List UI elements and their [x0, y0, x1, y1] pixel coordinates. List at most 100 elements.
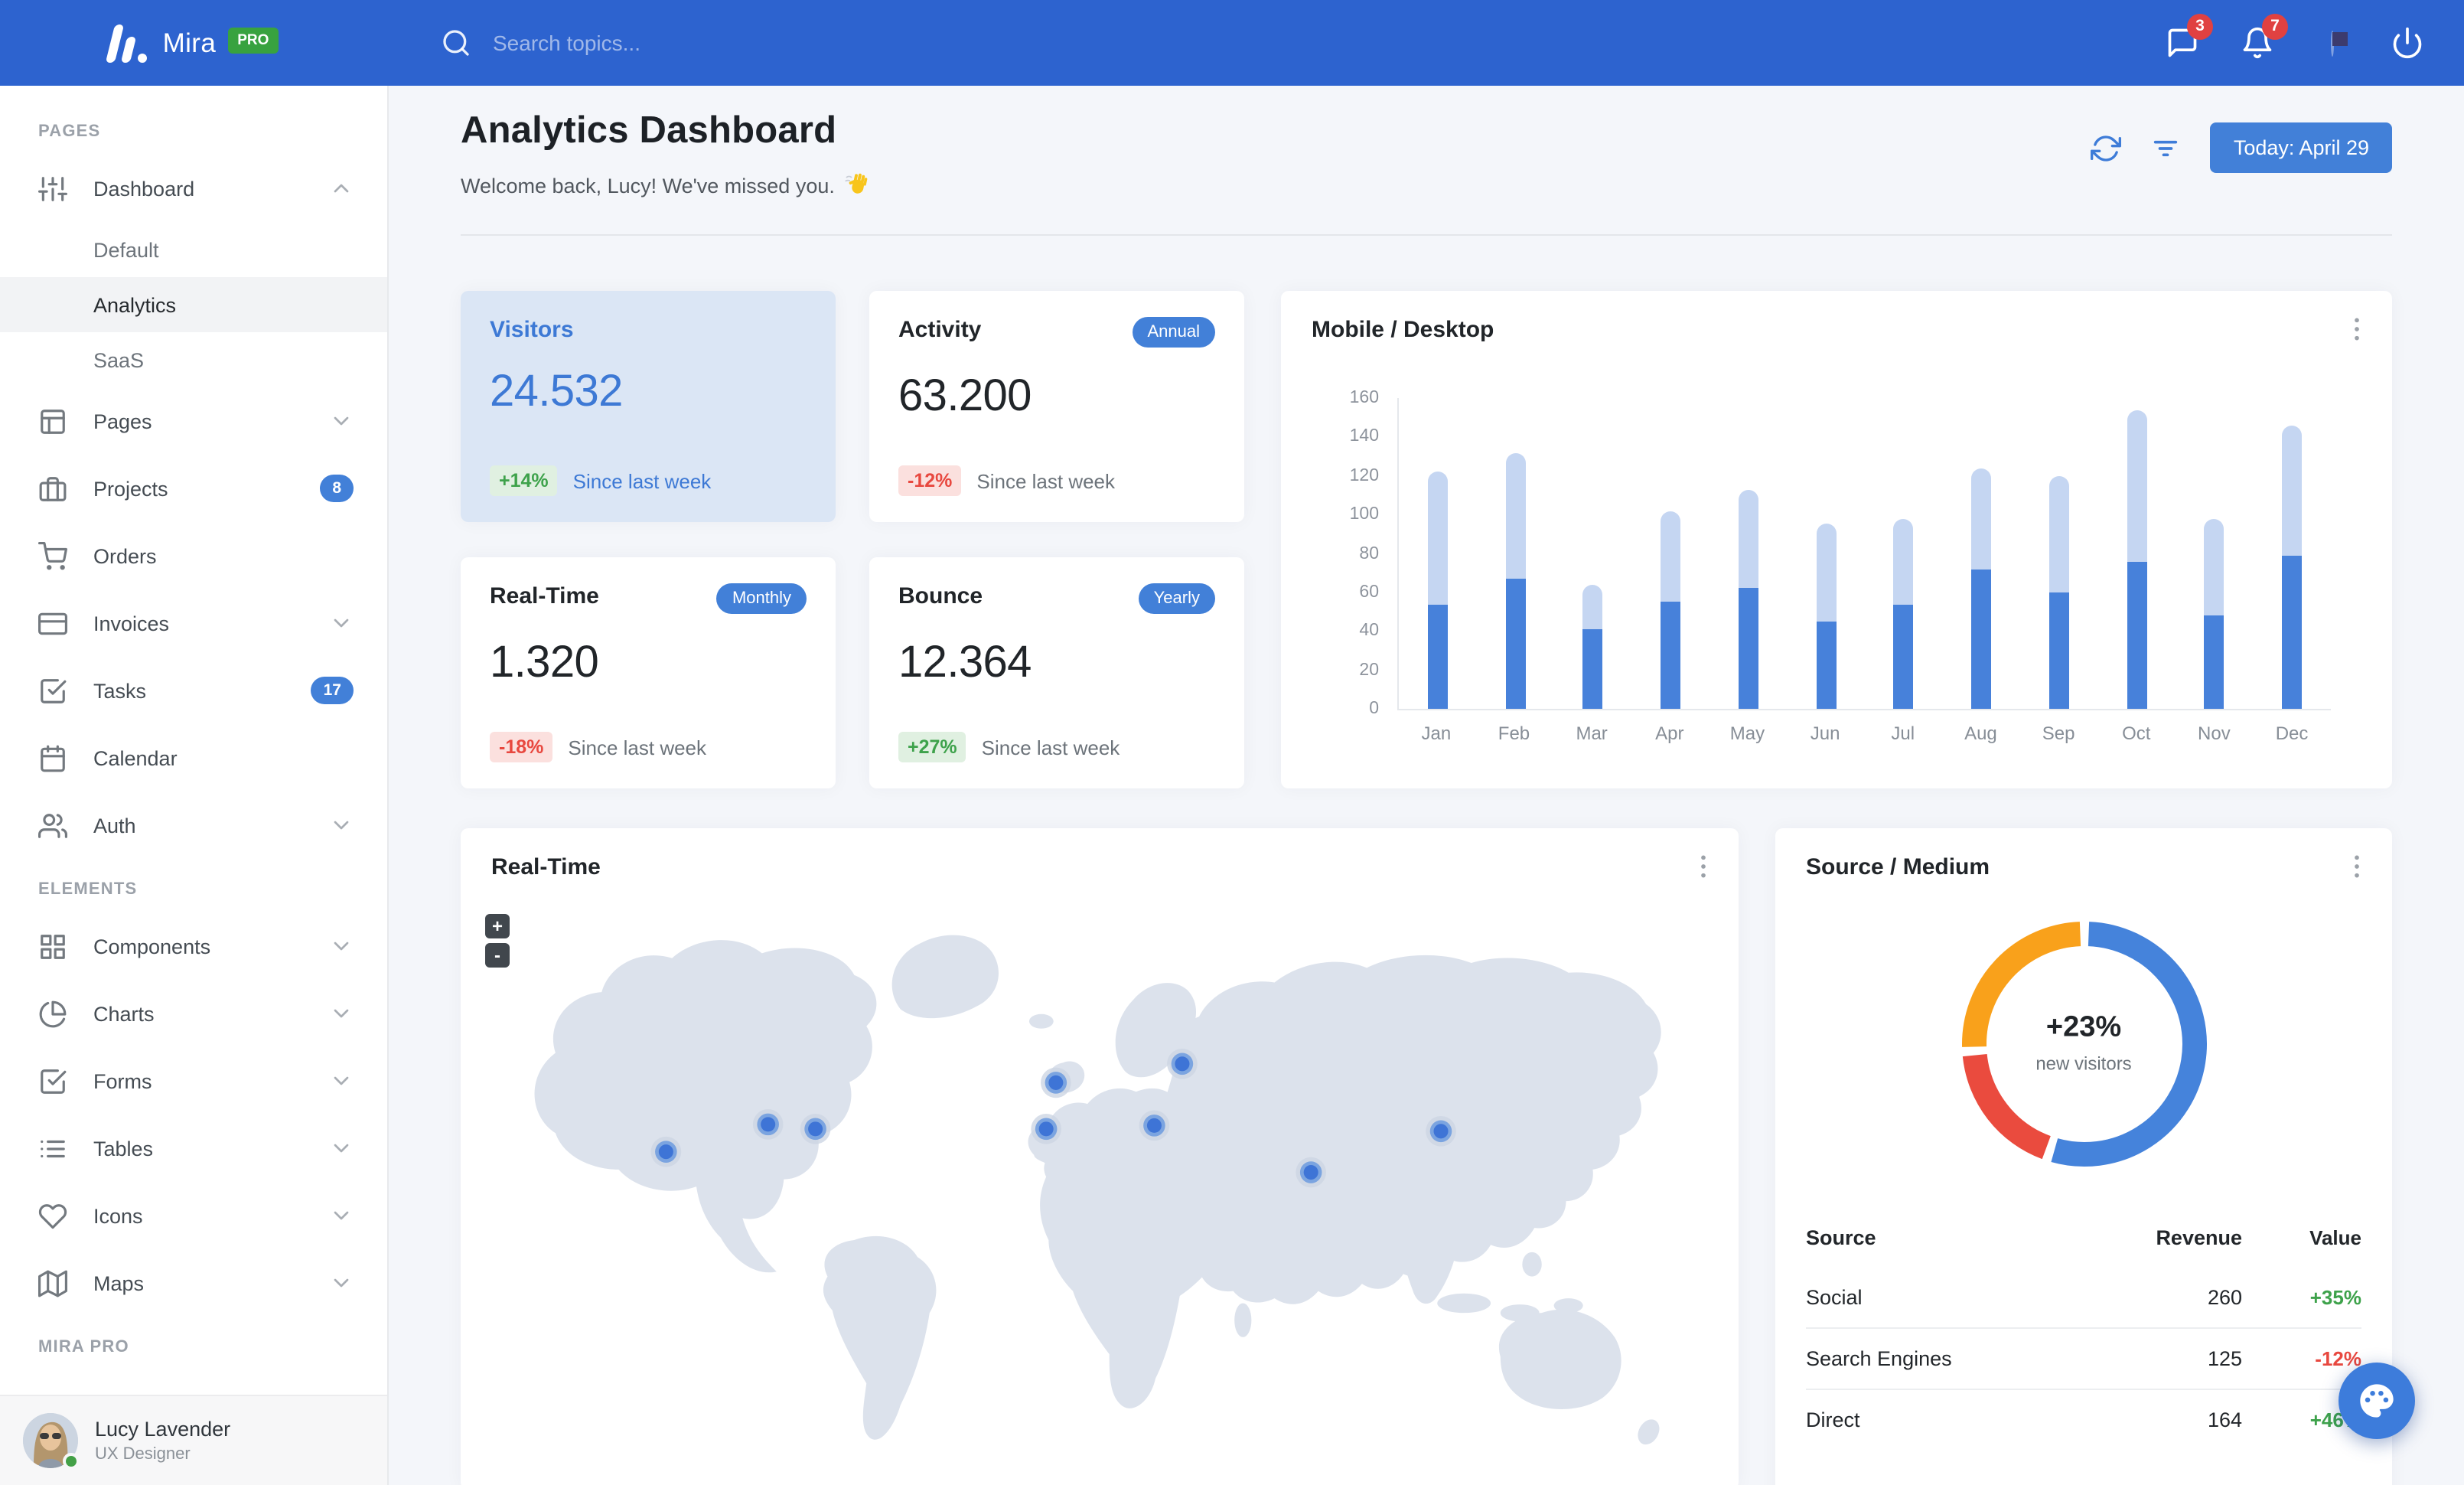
- filter-button[interactable]: [2151, 132, 2182, 163]
- bar-column-oct: [2098, 398, 2176, 709]
- top-navbar: Mira PRO 3 7: [0, 0, 2464, 86]
- brand-logo[interactable]: Mira PRO: [0, 24, 389, 62]
- y-axis-tick: 20: [1359, 661, 1379, 680]
- sidebar-item-components[interactable]: Components: [0, 912, 387, 980]
- sidebar-user[interactable]: Lucy Lavender UX Designer: [0, 1395, 387, 1485]
- source-menu-button[interactable]: [2342, 851, 2372, 882]
- desktop-segment: [1661, 511, 1681, 602]
- donut-chart: +23% new visitors: [1938, 899, 2229, 1190]
- search-input[interactable]: [490, 29, 894, 57]
- desktop-segment: [2127, 410, 2147, 562]
- desktop-segment: [1893, 518, 1914, 604]
- stats-grid: Visitors 24.532 +14% Since last week Activit…: [461, 291, 1244, 788]
- list-icon: [38, 1134, 67, 1163]
- x-axis-label: May: [1729, 723, 1765, 744]
- mobile-desktop-card: Mobile / Desktop 160 140 120 100 80 60 40 20 0 Ja…: [1281, 291, 2392, 788]
- notifications-button[interactable]: 7: [2241, 14, 2288, 60]
- bar-feb: [1505, 452, 1526, 709]
- messages-button[interactable]: 3: [2166, 14, 2213, 60]
- x-axis-label: Nov: [2198, 723, 2231, 744]
- stat-card-header: Bounce Yearly: [898, 583, 1215, 614]
- mobile-segment: [1661, 602, 1681, 709]
- sidebar-subitem-default[interactable]: Default: [0, 222, 387, 277]
- delta-badge: +14%: [490, 465, 558, 496]
- sidebar-item-label: Icons: [93, 1204, 143, 1227]
- sidebar-item-invoices[interactable]: Invoices: [0, 589, 387, 657]
- sidebar-item-tables[interactable]: Tables: [0, 1115, 387, 1182]
- cell-revenue: 125: [2207, 1347, 2242, 1370]
- users-icon: [38, 811, 67, 840]
- sign-out-button[interactable]: [2391, 26, 2424, 60]
- x-axis-label: Dec: [2275, 723, 2309, 744]
- cell-revenue: 260: [2207, 1286, 2242, 1309]
- user-name: Lucy Lavender: [95, 1417, 231, 1441]
- mobile-segment: [1893, 604, 1914, 709]
- sidebar-item-label: Projects: [93, 477, 168, 500]
- wave-emoji-icon: [846, 173, 869, 194]
- map-zoom-in-button[interactable]: +: [485, 914, 510, 938]
- source-medium-card: Source / Medium +23% new visitors Source…: [1775, 828, 2392, 1485]
- realtime-map-card: Real-Time + -: [461, 828, 1739, 1485]
- chevron-down-icon: [329, 1271, 354, 1295]
- y-axis-tick: 140: [1349, 427, 1379, 446]
- sidebar-item-icons[interactable]: Icons: [0, 1182, 387, 1249]
- chevron-down-icon: [329, 409, 354, 433]
- sidebar-subitem-saas[interactable]: SaaS: [0, 332, 387, 387]
- sidebar-item-maps[interactable]: Maps: [0, 1249, 387, 1317]
- sidebar-item-label: Charts: [93, 1002, 155, 1025]
- y-axis-tick: 100: [1349, 505, 1379, 524]
- world-map-svg: [534, 935, 1661, 1445]
- sidebar-item-charts[interactable]: Charts: [0, 980, 387, 1047]
- delta-badge: -12%: [898, 465, 962, 496]
- map-marker: [1433, 1124, 1449, 1139]
- bar-oct: [2127, 410, 2147, 709]
- period-pill: Monthly: [716, 583, 807, 614]
- sidebar-section-label: ELEMENTS: [38, 880, 138, 899]
- stat-value: 12.364: [898, 638, 1032, 687]
- stat-value: 1.320: [490, 638, 599, 687]
- sidebar-item-projects[interactable]: Projects 8: [0, 455, 387, 522]
- sidebar-item-label: Dashboard: [93, 177, 195, 200]
- map-menu-button[interactable]: [1688, 851, 1719, 882]
- sidebar-item-auth[interactable]: Auth: [0, 791, 387, 859]
- pie-icon: [38, 999, 67, 1028]
- x-axis-label: Oct: [2122, 723, 2151, 744]
- language-button[interactable]: [2316, 26, 2349, 60]
- bar-column-may: [1709, 398, 1788, 709]
- mobile-segment: [1816, 621, 1837, 709]
- delta-badge: -18%: [490, 732, 553, 762]
- mobile-segment: [1971, 569, 1992, 709]
- stat-card-activity: Activity Annual 63.200 -12% Since last week: [869, 291, 1244, 522]
- desktop-segment: [1971, 468, 1992, 570]
- avatar: [23, 1413, 80, 1470]
- map-marker: [1048, 1075, 1064, 1090]
- briefcase-icon: [38, 474, 67, 503]
- sidebar-item-orders[interactable]: Orders: [0, 522, 387, 589]
- x-axis-label: Feb: [1498, 723, 1530, 744]
- y-axis-tick: 0: [1369, 700, 1379, 718]
- mobile-segment: [1582, 628, 1603, 709]
- sidebar-item-dashboard[interactable]: Dashboard: [0, 155, 387, 222]
- sidebar-item-calendar[interactable]: Calendar: [0, 724, 387, 791]
- cell-source: Search Engines: [1806, 1347, 1952, 1370]
- chart-menu-button[interactable]: [2342, 314, 2372, 344]
- stat-card-visitors: Visitors 24.532 +14% Since last week: [461, 291, 836, 522]
- bar-jul: [1893, 518, 1914, 709]
- sidebar-item-forms[interactable]: Forms: [0, 1047, 387, 1115]
- mobile-segment: [1505, 579, 1526, 709]
- theme-palette-fab[interactable]: [2339, 1363, 2415, 1439]
- bar-column-apr: [1632, 398, 1710, 709]
- chevron-down-icon: [329, 813, 354, 837]
- bar-apr: [1661, 511, 1681, 709]
- sidebar-item-pages[interactable]: Pages: [0, 387, 387, 455]
- map-marker: [1146, 1118, 1162, 1133]
- sidebar-item-label: Tables: [93, 1137, 154, 1160]
- map-zoom-out-button[interactable]: -: [485, 943, 510, 968]
- date-range-button[interactable]: Today: April 29: [2210, 122, 2392, 173]
- x-axis-label: Jul: [1891, 723, 1915, 744]
- sidebar-subitem-analytics[interactable]: Analytics: [0, 277, 387, 332]
- desktop-segment: [2282, 425, 2303, 556]
- desktop-segment: [1816, 524, 1837, 622]
- refresh-button[interactable]: [2091, 132, 2122, 163]
- sidebar-item-tasks[interactable]: Tasks 17: [0, 657, 387, 724]
